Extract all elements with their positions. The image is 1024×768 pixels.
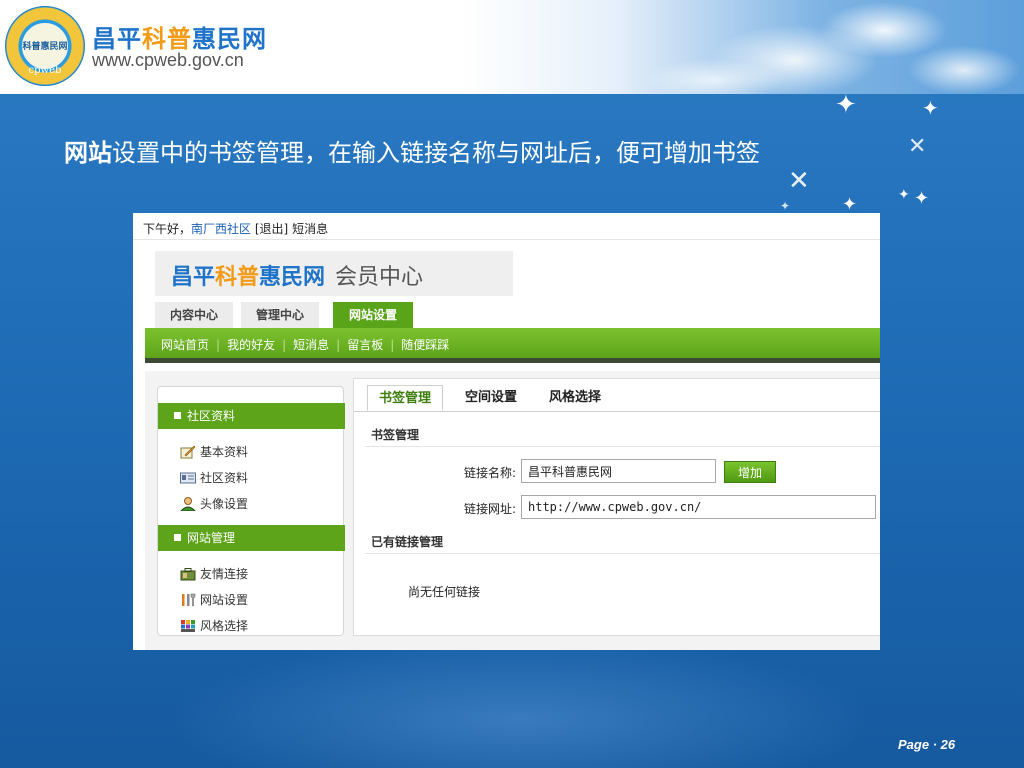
sidebar-item-label: 基本资料 [200, 445, 249, 459]
user-link[interactable]: 南厂西社区 [191, 222, 251, 236]
sidebar-item-label: 头像设置 [200, 497, 249, 511]
topbar: 下午好，南厂西社区 [退出] 短消息 [143, 220, 328, 237]
sidebar-item-label: 社区资料 [200, 471, 249, 485]
add-bookmark-button[interactable]: 增加 [724, 461, 776, 483]
member-logo-text: 昌平科普惠民网 会员中心 [171, 259, 423, 291]
briefcase-icon [180, 567, 196, 581]
sparkle-icon: ✦ [842, 194, 858, 215]
existing-links-title: 已有链接管理 [371, 535, 444, 549]
sidebar-item-basic-info[interactable]: 基本资料 [180, 443, 248, 460]
seal-ring-text: cpweb [28, 65, 62, 76]
sidebar-item-avatar[interactable]: 头像设置 [179, 495, 249, 512]
subnav-item-messages[interactable]: 短消息 [293, 338, 329, 352]
site-title-part-3: 惠民网 [192, 25, 267, 53]
sparkle-icon: ✕ [788, 166, 810, 196]
site-title-part-2: 科普 [142, 25, 192, 53]
tab-content-center[interactable]: 内容中心 [155, 302, 233, 328]
sidebar-group-title: 社区资料 [187, 409, 236, 423]
collapse-icon [174, 412, 181, 419]
member-logo-part-3: 惠民网 [259, 265, 326, 290]
member-logo-part-1: 昌平 [171, 265, 216, 290]
sparkle-icon: ✦ [922, 96, 939, 120]
empty-links-note: 尚无任何链接 [408, 585, 481, 599]
sidebar-item-style-select[interactable]: 风格选择 [180, 617, 248, 634]
tab-space-settings[interactable]: 空间设置 [455, 385, 527, 411]
member-logo-part-2: 科普 [215, 265, 260, 290]
sidebar-item-label: 网站设置 [200, 593, 249, 607]
greeting: 下午好， [143, 222, 192, 236]
header-bar: 科普惠民网 cpweb 昌平科普惠民网 www.cpweb.gov.cn [0, 0, 1024, 94]
page-number-value: 26 [940, 737, 956, 752]
page-separator: · [932, 737, 938, 752]
sidebar-item-label: 友情连接 [200, 567, 249, 581]
user-icon [179, 496, 197, 511]
collapse-icon [174, 534, 181, 541]
headline-text: 设置中的书签管理，在输入链接名称与网址后，便可增加书签 [112, 139, 760, 167]
sparkle-icon: ✦ [835, 90, 857, 120]
palette-grid-icon [180, 619, 196, 633]
sidebar-item-friend-links[interactable]: 友情连接 [180, 565, 248, 582]
site-url: www.cpweb.gov.cn [92, 50, 244, 70]
sidebar-group-title: 网站管理 [187, 531, 236, 545]
section-divider [365, 446, 880, 447]
link-name-label: 链接名称: [464, 466, 517, 480]
sparkle-icon: ✦ [914, 188, 930, 209]
subnav-separator: | [390, 338, 395, 352]
sidebar-item-label: 风格选择 [200, 619, 249, 633]
id-card-icon [180, 471, 196, 485]
headline-emphasis: 网站 [64, 139, 112, 167]
sparkle-icon: ✕ [908, 134, 927, 159]
seal-logo-icon: 科普惠民网 cpweb [5, 6, 85, 86]
sidebar-item-site-settings[interactable]: 网站设置 [180, 591, 248, 608]
sparkle-icon: ✦ [780, 199, 791, 213]
subnav-separator: | [282, 338, 287, 352]
tab-site-settings[interactable]: 网站设置 [333, 302, 413, 328]
subnav-separator: | [336, 338, 341, 352]
page-number: Page · 26 [898, 737, 955, 752]
subnav-shadow [145, 358, 880, 363]
seal-inner: 科普惠民网 [20, 21, 70, 71]
tab-bookmark-management[interactable]: 书签管理 [367, 385, 443, 411]
subnav-item-friends[interactable]: 我的好友 [227, 338, 275, 352]
site-title-part-1: 昌平 [92, 25, 142, 53]
pencil-note-icon [180, 445, 196, 459]
link-url-input[interactable] [521, 495, 876, 519]
member-logo-suffix: 会员中心 [335, 265, 424, 290]
slide-headline: 网站设置中的书签管理，在输入链接名称与网址后，便可增加书签 [64, 133, 760, 168]
subnav-item-guestbook[interactable]: 留言板 [347, 338, 383, 352]
sparkle-icon: ✦ [898, 187, 910, 203]
section-divider [365, 553, 880, 554]
member-center-logo: 昌平科普惠民网 会员中心 [155, 251, 513, 296]
subnav-item-home[interactable]: 网站首页 [161, 338, 209, 352]
sidebar-item-community-info[interactable]: 社区资料 [180, 469, 248, 486]
sidebar-group-site-management[interactable]: 网站管理 [158, 525, 345, 551]
messages-link[interactable]: 短消息 [292, 222, 328, 236]
tab-style-select[interactable]: 风格选择 [539, 385, 611, 411]
logout-link[interactable]: [退出] [255, 222, 288, 236]
link-url-label: 链接网址: [464, 502, 517, 516]
link-name-input[interactable] [521, 459, 716, 483]
sidebar: 社区资料 基本资料 社区资料 头像设置 网站管理 友情连接 网站设置 风格选择 [157, 386, 345, 636]
tools-icon [180, 593, 196, 607]
tab-management-center[interactable]: 管理中心 [241, 302, 319, 328]
subnav: 网站首页 | 我的好友 | 短消息 | 留言板 | 随便踩踩 [161, 336, 449, 353]
seal-center-text: 科普惠民网 [22, 42, 68, 52]
bookmark-section-title: 书签管理 [371, 428, 420, 442]
top-divider [133, 239, 880, 240]
cloud-decoration [564, 0, 1024, 94]
panel-tab-rule [354, 411, 880, 412]
subnav-separator: | [216, 338, 221, 352]
subnav-item-browse[interactable]: 随便踩踩 [401, 338, 449, 352]
member-center-screenshot: 下午好，南厂西社区 [退出] 短消息 昌平科普惠民网 会员中心 内容中心 管理中心… [133, 213, 880, 650]
sidebar-group-community[interactable]: 社区资料 [158, 403, 345, 429]
site-title: 昌平科普惠民网 [92, 19, 267, 54]
page-label: Page [898, 737, 930, 752]
